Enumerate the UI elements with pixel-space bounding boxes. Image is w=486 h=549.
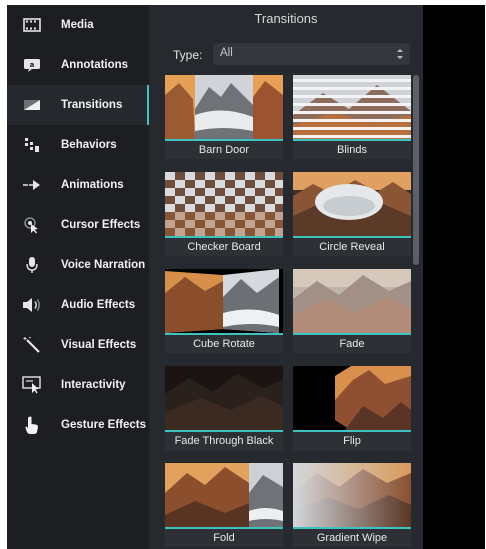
sidebar-item-gesture-effects[interactable]: Gesture Effects	[7, 405, 149, 445]
type-filter-label: Type:	[173, 48, 203, 62]
hand-gesture-icon	[22, 415, 42, 435]
svg-text:a: a	[30, 61, 35, 69]
transition-name: Checker Board	[165, 238, 283, 256]
sidebar-item-interactivity[interactable]: Interactivity	[7, 365, 149, 405]
sidebar-item-label: Annotations	[61, 59, 129, 71]
blinds-thumbnail	[293, 75, 411, 139]
film-strip-icon	[22, 15, 42, 35]
transition-tile-checker-board[interactable]: Checker Board	[165, 172, 283, 256]
magic-wand-icon	[22, 335, 42, 355]
sidebar-item-label: Transitions	[61, 99, 123, 111]
circle-reveal-thumbnail	[293, 172, 411, 236]
transitions-grid: Barn Door Blinds Checker Board Circle Re…	[149, 75, 411, 549]
transition-name: Fade Through Black	[165, 432, 283, 450]
transitions-panel: Transitions Type: All Barn Door Blinds C…	[149, 5, 423, 549]
sidebar-item-label: Animations	[61, 179, 124, 191]
transition-tile-gradient-wipe[interactable]: Gradient Wipe	[293, 463, 411, 547]
type-filter-select[interactable]: All	[213, 43, 410, 65]
transition-name: Barn Door	[165, 141, 283, 159]
transition-name: Blinds	[293, 141, 411, 159]
fade-through-black-thumbnail	[165, 366, 283, 430]
speaker-icon	[22, 295, 42, 315]
sidebar-item-label: Voice Narration	[61, 259, 146, 271]
transition-name: Cube Rotate	[165, 335, 283, 353]
microphone-icon	[22, 255, 42, 275]
transition-tile-cube-rotate[interactable]: Cube Rotate	[165, 269, 283, 353]
sidebar-item-label: Interactivity	[61, 379, 126, 391]
checker-board-thumbnail	[165, 172, 283, 236]
gradient-wipe-thumbnail	[293, 463, 411, 527]
animation-arrow-icon	[22, 175, 42, 195]
sidebar-item-label: Audio Effects	[61, 299, 136, 311]
sidebar-item-voice-narration[interactable]: Voice Narration	[7, 245, 149, 285]
fade-thumbnail	[293, 269, 411, 333]
transition-name: Fade	[293, 335, 411, 353]
panel-scrollbar[interactable]	[413, 75, 419, 265]
interactive-screen-icon	[22, 375, 42, 395]
sidebar-item-label: Gesture Effects	[61, 419, 147, 431]
sidebar-item-media[interactable]: Media	[7, 5, 149, 45]
transition-name: Gradient Wipe	[293, 529, 411, 547]
fold-thumbnail	[165, 463, 283, 527]
sidebar-item-behaviors[interactable]: Behaviors	[7, 125, 149, 165]
annotation-callout-icon: a	[22, 55, 42, 75]
transition-tile-circle-reveal[interactable]: Circle Reveal	[293, 172, 411, 256]
select-arrows-icon	[396, 46, 404, 62]
transition-tile-blinds[interactable]: Blinds	[293, 75, 411, 159]
type-filter-value: All	[220, 47, 233, 59]
sidebar-item-animations[interactable]: Animations	[7, 165, 149, 205]
sidebar-item-label: Behaviors	[61, 139, 117, 151]
panel-title: Transitions	[254, 11, 318, 26]
behaviors-dots-icon	[22, 135, 42, 155]
sidebar-item-label: Media	[61, 19, 94, 31]
flip-thumbnail	[293, 366, 411, 430]
cube-rotate-thumbnail	[165, 269, 283, 333]
transition-name: Circle Reveal	[293, 238, 411, 256]
sidebar: Media a Annotations Transitions Behavior…	[7, 5, 149, 549]
transition-tile-fade-through-black[interactable]: Fade Through Black	[165, 366, 283, 450]
sidebar-item-label: Visual Effects	[61, 339, 137, 351]
sidebar-item-annotations[interactable]: a Annotations	[7, 45, 149, 85]
transition-tile-flip[interactable]: Flip	[293, 366, 411, 450]
barn-door-thumbnail	[165, 75, 283, 139]
sidebar-item-audio-effects[interactable]: Audio Effects	[7, 285, 149, 325]
sidebar-item-visual-effects[interactable]: Visual Effects	[7, 325, 149, 365]
transition-gradient-icon	[22, 95, 42, 115]
transition-tile-fade[interactable]: Fade	[293, 269, 411, 353]
transition-name: Flip	[293, 432, 411, 450]
transition-name: Fold	[165, 529, 283, 547]
transitions-app: Media a Annotations Transitions Behavior…	[7, 5, 485, 549]
cursor-effect-icon	[22, 215, 42, 235]
sidebar-item-cursor-effects[interactable]: Cursor Effects	[7, 205, 149, 245]
sidebar-item-label: Cursor Effects	[61, 219, 141, 231]
transition-tile-fold[interactable]: Fold	[165, 463, 283, 547]
sidebar-item-transitions[interactable]: Transitions	[7, 85, 149, 125]
transition-tile-barn-door[interactable]: Barn Door	[165, 75, 283, 159]
